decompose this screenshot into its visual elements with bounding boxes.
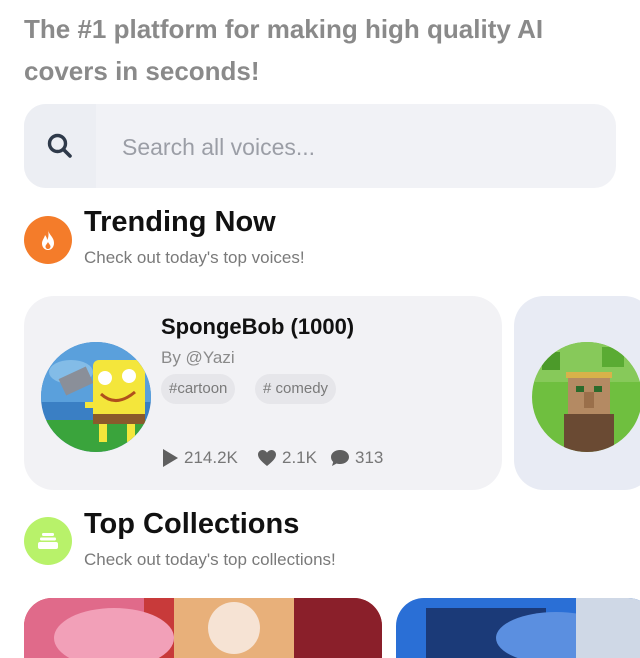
minecraft-villager-avatar (532, 342, 640, 452)
voice-card[interactable] (514, 296, 640, 490)
heart-icon (258, 450, 276, 466)
collection-cover-image (396, 598, 640, 658)
tagline: The #1 platform for making high quality … (24, 14, 544, 86)
collections-subtitle: Check out today's top collections! (84, 550, 336, 569)
plays-count: 214.2K (184, 448, 238, 467)
trending-subtitle: Check out today's top voices! (84, 248, 305, 267)
voice-name[interactable]: SpongeBob (1000) (161, 314, 354, 340)
search-icon-box[interactable] (24, 104, 96, 188)
comments-count: 313 (355, 448, 384, 467)
plays-stat: 214.2K (161, 448, 238, 468)
trending-flame-icon (24, 216, 72, 264)
likes-stat[interactable]: 2.1K (257, 448, 317, 468)
tag-chip[interactable]: #cartoon (161, 374, 236, 404)
collection-cover-image (24, 598, 382, 658)
collections-title: Top Collections (84, 508, 300, 540)
collection-card[interactable] (396, 598, 640, 658)
collection-card[interactable] (24, 598, 382, 658)
tag-chip[interactable]: # comedy (255, 374, 337, 404)
search-input[interactable] (120, 104, 604, 188)
play-icon (163, 449, 178, 467)
trending-title: Trending Now (84, 206, 276, 238)
likes-count: 2.1K (282, 448, 317, 467)
collections-stack-icon (24, 517, 72, 565)
voice-author[interactable]: By @Yazi (161, 348, 235, 368)
spongebob-avatar (41, 342, 151, 452)
comments-stat[interactable]: 313 (330, 448, 383, 468)
search-bar[interactable] (24, 104, 616, 188)
comment-icon (331, 450, 349, 466)
voice-card[interactable]: SpongeBob (1000) By @Yazi #cartoon # com… (24, 296, 502, 490)
search-icon (47, 133, 72, 158)
